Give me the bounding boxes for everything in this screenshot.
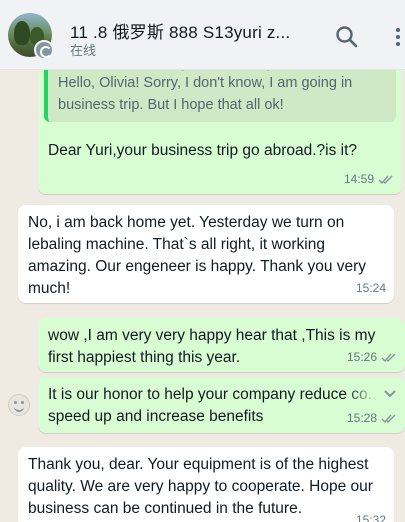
message-meta: 15:28 bbox=[347, 407, 397, 429]
double-check-icon bbox=[381, 353, 396, 362]
quoted-text: Hello, Olivia! Sorry, I don't know, I am… bbox=[58, 75, 353, 113]
avatar-image bbox=[14, 21, 30, 45]
message-time: 15:32 bbox=[355, 513, 386, 522]
search-icon[interactable] bbox=[334, 24, 360, 50]
message-time: 15:28 bbox=[346, 411, 377, 425]
status-ring-icon bbox=[34, 40, 54, 60]
menu-dot bbox=[396, 35, 400, 39]
message-bubble-outgoing[interactable]: It is our honor to help your company red… bbox=[38, 377, 405, 433]
contact-status: 在线 bbox=[70, 43, 97, 58]
message-meta: 15:32 bbox=[356, 509, 386, 522]
message-bubble-outgoing[interactable]: 11 .8 俄罗斯 888 S13yuri zelelensky Hello, … bbox=[38, 58, 402, 194]
menu-dot bbox=[396, 42, 400, 46]
double-check-icon bbox=[378, 175, 393, 184]
message-time: 15:26 bbox=[346, 350, 377, 364]
message-meta: 15:26 bbox=[347, 346, 397, 368]
message-bubble-incoming[interactable]: Thank you, dear. Your equipment is of th… bbox=[18, 447, 394, 522]
more-vertical-icon[interactable] bbox=[392, 22, 405, 52]
contact-name[interactable]: 11 .8 俄罗斯 888 S13yuri z... bbox=[70, 18, 310, 43]
emoji-icon[interactable] bbox=[8, 394, 30, 416]
message-meta: 14:59 bbox=[344, 168, 394, 190]
message-text: No, i am back home yet. Yesterday we tur… bbox=[28, 214, 367, 297]
double-check-icon bbox=[381, 414, 396, 423]
message-bubble-outgoing[interactable]: wow ,I am very very happy hear that ,Thi… bbox=[38, 318, 405, 372]
message-meta: 15:24 bbox=[356, 277, 386, 299]
message-bubble-incoming[interactable]: No, i am back home yet. Yesterday we tur… bbox=[18, 205, 394, 303]
message-text: Dear Yuri,your business trip go abroad.?… bbox=[48, 142, 358, 159]
message-time: 14:59 bbox=[343, 172, 374, 186]
chevron-down-icon[interactable] bbox=[381, 385, 399, 403]
chat-header: 11 .8 俄罗斯 888 S13yuri z... 在线 bbox=[0, 0, 405, 70]
menu-dot bbox=[396, 28, 400, 32]
message-text: Thank you, dear. Your equipment is of th… bbox=[28, 456, 373, 517]
message-time: 15:24 bbox=[355, 281, 386, 295]
